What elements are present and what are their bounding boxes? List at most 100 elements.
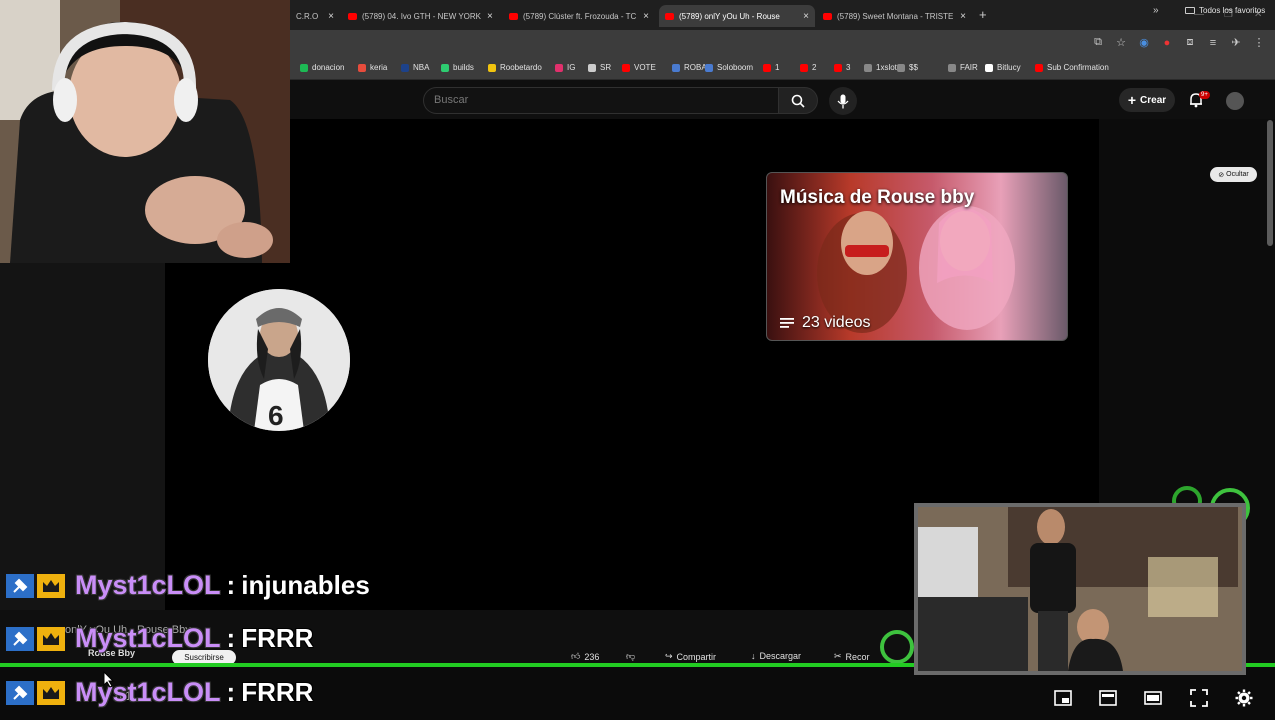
close-icon[interactable]: × [481,11,493,22]
dislike-button[interactable]: 👎︎ [626,651,635,662]
bookmark-favicon-icon [555,63,563,72]
bookmark-item[interactable]: ROBA [672,63,707,72]
close-icon[interactable]: × [954,11,966,22]
share-label: Compartir [676,651,717,662]
moderator-badge-icon [6,626,34,651]
bookmark-favicon-icon [672,63,680,72]
bookmark-item[interactable]: Soloboom [705,63,753,72]
extension-icon[interactable]: ◉ [1138,36,1150,49]
bookmark-item[interactable]: keria [358,63,387,72]
bookmark-item[interactable]: donacion [300,63,344,72]
folder-icon [1185,7,1195,14]
youtube-icon [509,12,518,20]
bookmark-label: 1 [775,63,780,72]
tab-label: (5789) onlY yOu Uh - Rouse [679,11,780,21]
hide-button[interactable]: ⊘ Ocultar [1210,167,1257,182]
browser-tab-active[interactable]: (5789) onlY yOu Uh - Rouse × [659,5,815,27]
bookmark-item[interactable]: VOTE [622,63,656,72]
chat-separator: : [226,570,236,600]
bookmark-star-icon[interactable]: ☆ [1115,36,1127,49]
account-avatar[interactable] [1226,92,1244,110]
puzzle-icon[interactable]: ⧈ [1184,36,1196,49]
chat-text: FRRR [241,623,314,653]
bookmark-item[interactable]: $$ [897,63,918,72]
search-placeholder: Buscar [434,94,469,106]
bookmark-label: VOTE [634,63,656,72]
bookmark-favicon-icon [622,63,630,72]
like-button[interactable]: 👍︎ 236 [571,651,599,662]
chat-text: injunables [241,570,370,600]
channel-profile-image[interactable]: 6 [208,289,350,431]
youtube-icon [823,12,832,20]
voice-search-button[interactable] [829,87,857,115]
bookmark-item[interactable]: builds [441,63,474,72]
tab-label: (5789) Sweet Montana - TRISTE [837,11,954,21]
bookmark-label: $$ [909,63,918,72]
chat-username: Myst1cLOL [75,570,221,600]
bookmark-item[interactable]: 1xslot [864,63,897,72]
extension-icon[interactable]: ● [1161,37,1173,49]
chat-username: Myst1cLOL [75,623,221,653]
theater-mode-icon[interactable] [1144,689,1162,707]
crown-badge-icon [37,680,65,705]
eye-off-icon: ⊘ [1218,171,1225,179]
create-label: Crear [1140,94,1167,106]
browser-tab[interactable]: C.R.O × [290,5,340,27]
youtube-icon [348,12,357,20]
svg-text:6: 6 [268,400,284,431]
bookmark-item[interactable]: 3 [834,63,850,72]
scrollbar[interactable] [1267,120,1273,246]
miniplayer-icon[interactable] [1054,689,1072,707]
browser-tab[interactable]: (5789) Clúster ft. Frozouda - TC × [503,5,655,27]
menu-icon[interactable]: ⋮ [1253,36,1265,49]
bookmark-favicon-icon [948,63,956,72]
search-button[interactable] [778,87,818,114]
close-icon[interactable]: × [322,11,334,22]
close-icon[interactable]: × [637,11,649,22]
tab-label: (5789) 04. Ivo GTH - NEW YORK [362,11,481,21]
browser-tab[interactable]: (5789) 04. Ivo GTH - NEW YORK × [342,5,497,27]
chat-text: FRRR [241,677,314,707]
bookmark-favicon-icon [401,63,409,72]
secondary-webcam [914,503,1246,675]
youtube-icon [665,12,674,20]
bookmark-label: 3 [846,63,851,72]
notification-badge: 9+ [1199,91,1210,99]
bookmark-item[interactable]: FAIR [948,63,978,72]
playlist-title: Música de Rouse bby [780,187,975,208]
bookmark-favicon-icon [763,63,771,72]
bookmark-item[interactable]: SR [588,63,611,72]
download-button[interactable]: ↓ Descargar [751,651,801,661]
cast-icon[interactable]: ⧉ [1092,36,1104,49]
bookmark-item[interactable]: 1 [763,63,779,72]
bookmark-label: keria [370,63,388,72]
bookmark-item[interactable]: Roobetardo [488,63,542,72]
share-button[interactable]: ↪ Compartir [665,651,716,662]
bookmark-label: SR [600,63,612,72]
settings-gear-icon[interactable] [1235,689,1253,707]
clip-button[interactable]: ✂ Recor [834,651,870,662]
playlist-card[interactable]: Música de Rouse bby 23 videos [766,172,1068,341]
create-button[interactable]: + Crear [1119,88,1175,112]
browser-tab[interactable]: (5789) Sweet Montana - TRISTE × [817,5,972,27]
bookmark-item[interactable]: NBA [401,63,429,72]
profile-icon[interactable]: ✈ [1230,36,1242,49]
bookmark-item[interactable]: Bitlucy [985,63,1021,72]
chat-username: Myst1cLOL [75,677,221,707]
webcam-feed [918,507,1242,671]
subscribe-label: Suscribirse [184,653,224,662]
bookmarks-overflow-icon[interactable]: » [1153,5,1159,16]
search-input[interactable]: Buscar [423,87,779,114]
bookmark-favicon-icon [864,63,872,72]
close-icon[interactable]: × [797,11,809,22]
fullscreen-icon[interactable] [1190,689,1208,707]
new-tab-icon[interactable]: + [979,7,987,22]
all-favorites[interactable]: Todos los favoritos [1185,6,1265,15]
bookmark-item[interactable]: 2 [800,63,816,72]
bookmark-item[interactable]: IG [555,63,575,72]
bookmark-label: Soloboom [717,63,754,72]
bookmark-item[interactable]: Sub Confirmation [1035,63,1109,72]
tab-search-icon[interactable]: ≡ [1207,37,1219,49]
cast-player-icon[interactable] [1099,689,1117,707]
bookmark-favicon-icon [441,63,449,72]
